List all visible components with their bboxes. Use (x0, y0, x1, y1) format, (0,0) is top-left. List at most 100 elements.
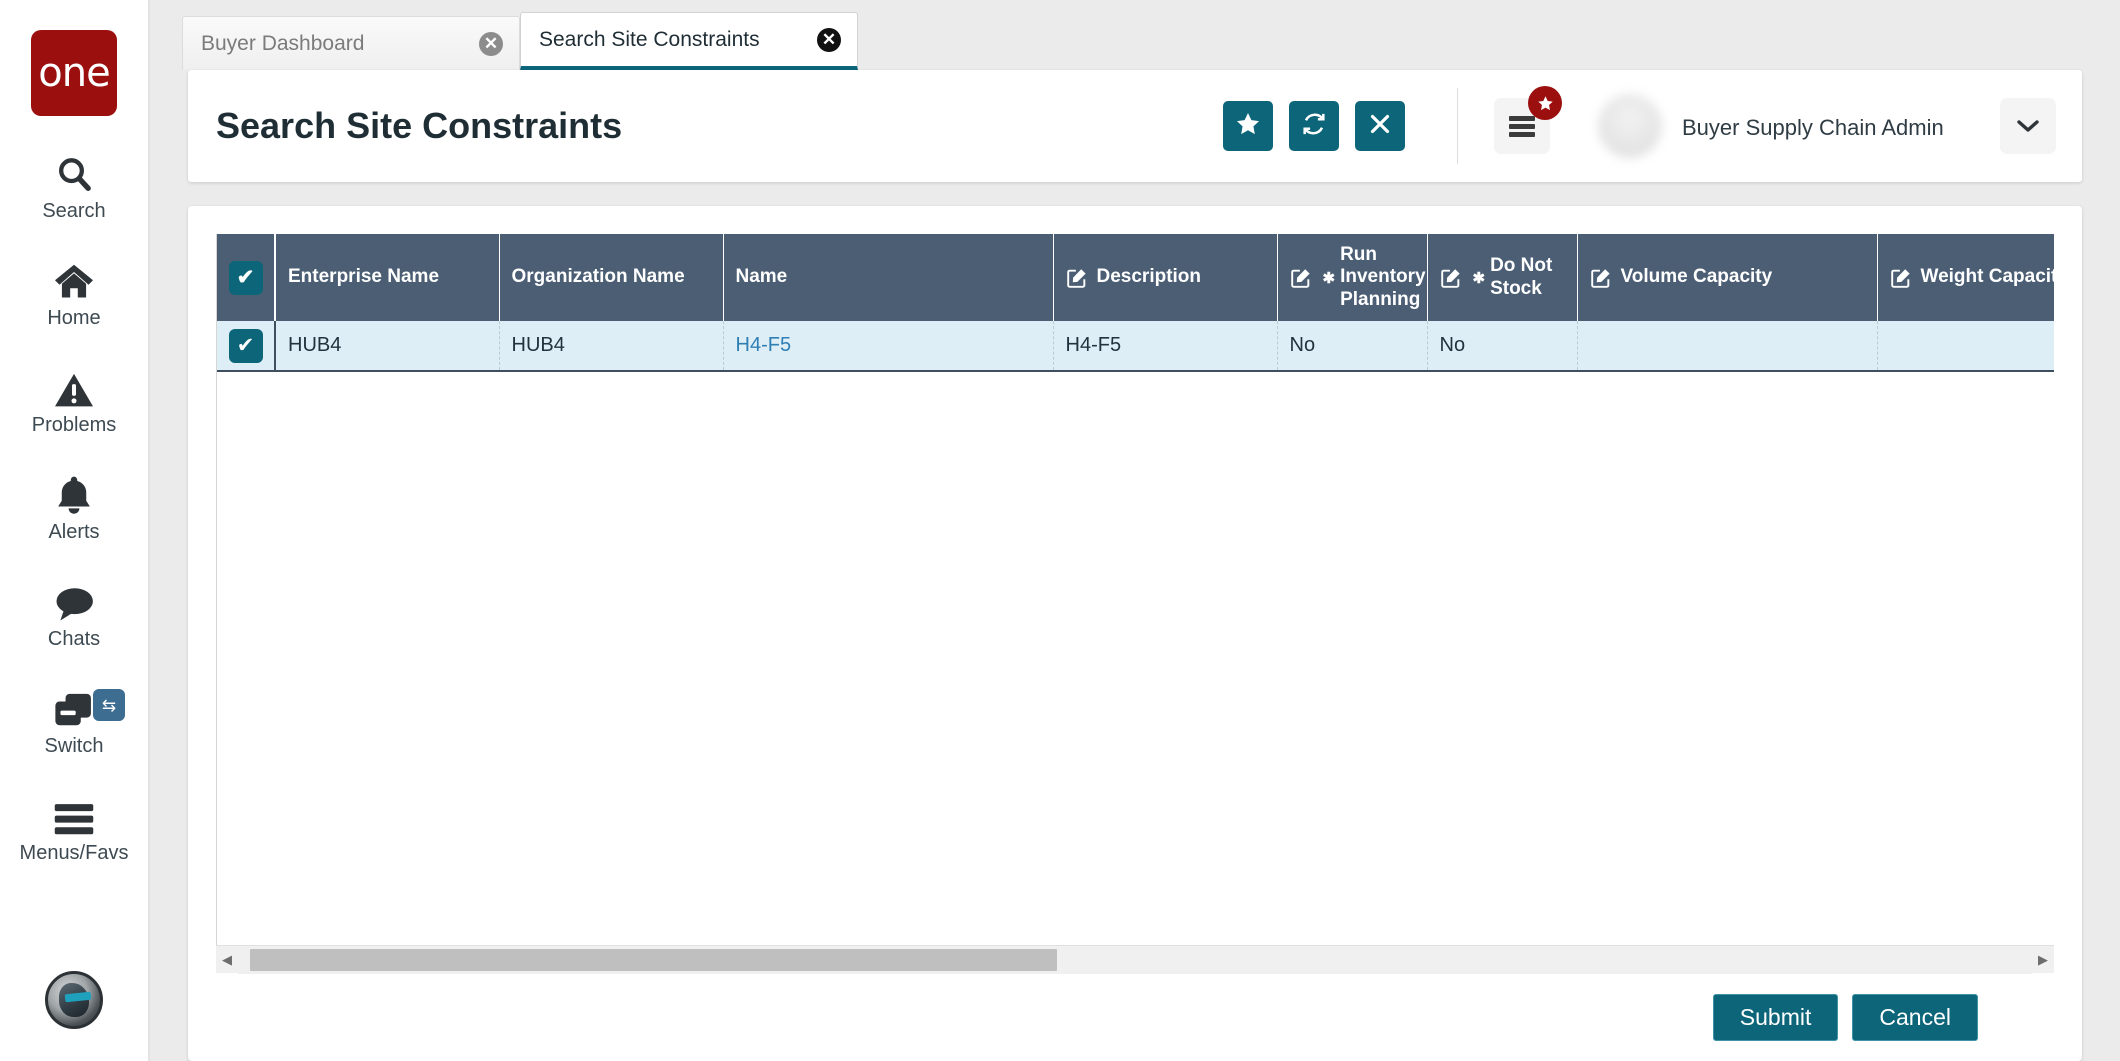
checkbox-checked-icon[interactable]: ✔ (228, 260, 263, 295)
column-header-enterprise-name[interactable]: Enterprise Name (275, 234, 500, 322)
sidebar-item-alerts[interactable]: Alerts (0, 471, 149, 544)
page-title: Search Site Constraints (216, 105, 623, 146)
chats-icon (47, 578, 101, 622)
star-icon (1235, 111, 1261, 142)
cell-name[interactable]: H4-F5 (723, 321, 1054, 373)
grid-empty-space (217, 372, 2054, 945)
column-header-label: Weight Capacity (1920, 266, 2055, 288)
edit-icon (1290, 267, 1312, 289)
content-panel: ✔ Enterprise Name Organization Name Name (188, 206, 2082, 1061)
column-header-organization-name[interactable]: Organization Name (499, 234, 724, 322)
home-icon (47, 257, 101, 301)
cell-organization-name: HUB4 (499, 321, 724, 373)
column-header-label: Organization Name (511, 266, 685, 288)
required-asterisk-icon: ✱ (1322, 269, 1336, 287)
user-avatar-photo (1598, 94, 1662, 158)
sidebar-item-chats[interactable]: Chats (0, 578, 149, 651)
column-header-label: Run Inventory Planning (1340, 244, 1426, 310)
column-header-label: Do Not Stock (1490, 255, 1553, 299)
close-icon[interactable]: ✕ (479, 31, 503, 56)
checkbox-checked-icon[interactable]: ✔ (228, 328, 263, 363)
tab-label: Search Site Constraints (539, 27, 760, 51)
refresh-icon (1301, 111, 1327, 142)
cell-volume-capacity (1577, 321, 1878, 373)
column-header-run-inventory-planning[interactable]: ✱ Run Inventory Planning (1277, 234, 1428, 322)
close-icon[interactable]: ✕ (817, 27, 841, 52)
sidebar-item-problems[interactable]: Problems (0, 364, 149, 437)
column-header-label: Name (735, 266, 788, 288)
cell-description: H4-F5 (1053, 321, 1278, 373)
avatar[interactable] (45, 971, 103, 1029)
cell-do-not-stock: No (1427, 321, 1578, 373)
problems-icon (47, 364, 101, 408)
horizontal-scrollbar[interactable]: ◀ ▶ (216, 945, 2054, 974)
cell-weight-capacity (1877, 321, 2054, 373)
footer-actions: Submit Cancel (216, 973, 2054, 1061)
table-row[interactable]: ✔ HUB4 HUB4 H4-F5 H4-F5 No No (217, 321, 2054, 373)
name-link[interactable]: H4-F5 (736, 334, 792, 356)
menus-favs-button[interactable] (1494, 86, 1562, 154)
column-header-volume-capacity[interactable]: Volume Capacity (1577, 234, 1878, 322)
close-icon (1368, 112, 1392, 141)
user-role: Buyer Supply Chain Admin (1682, 114, 1944, 140)
scrollbar-track[interactable] (238, 945, 2032, 974)
tab-search-site-constraints[interactable]: Search Site Constraints ✕ (520, 12, 858, 70)
edit-icon (1590, 267, 1612, 289)
column-header-name[interactable]: Name (723, 234, 1054, 322)
select-all-header[interactable]: ✔ (217, 234, 276, 322)
column-header-do-not-stock[interactable]: ✱ Do Not Stock (1427, 234, 1578, 322)
sidebar-item-home[interactable]: Home (0, 257, 149, 330)
avatar-visor-icon (64, 991, 92, 1003)
chevron-down-icon[interactable] (2000, 98, 2056, 154)
sidebar-item-menus-favs[interactable]: Menus/Favs (0, 792, 149, 865)
chevron-left-icon[interactable]: ◀ (216, 946, 238, 974)
row-select-cell[interactable]: ✔ (217, 321, 276, 373)
column-header-description[interactable]: Description (1053, 234, 1278, 322)
edit-icon (1066, 267, 1088, 289)
page-header: Search Site Constraints Buyer Supply Cha… (188, 70, 2082, 182)
avatar-face-icon (59, 983, 92, 1017)
sidebar-item-label: Search (42, 200, 106, 222)
edit-icon (1890, 267, 1912, 289)
sidebar-item-search[interactable]: Search (0, 150, 149, 223)
brand-logo[interactable]: one (31, 30, 117, 116)
user-text: Buyer Supply Chain Admin (1682, 88, 1944, 165)
scrollbar-thumb[interactable] (250, 948, 1058, 971)
sidebar-item-label: Switch (44, 735, 104, 757)
sidebar-item-label: Problems (31, 414, 117, 436)
user-name (1682, 88, 1944, 112)
cancel-button[interactable]: Cancel (1852, 993, 1978, 1041)
cell-enterprise-name: HUB4 (275, 321, 500, 373)
sidebar-item-label: Home (47, 307, 101, 329)
edit-icon (1440, 267, 1462, 289)
column-header-label: Description (1096, 266, 1202, 288)
sidebar-item-label: Menus/Favs (19, 842, 129, 864)
refresh-button[interactable] (1289, 101, 1339, 151)
brand-logo-text: one (38, 50, 110, 96)
close-button[interactable] (1355, 101, 1405, 151)
site-constraints-table: ✔ Enterprise Name Organization Name Name (217, 234, 2055, 373)
tab-bar: Buyer Dashboard ✕ Search Site Constraint… (150, 0, 2120, 70)
left-sidebar: one Search Home Problems Alerts Chats ⇆ … (0, 0, 150, 1061)
hamburger-icon (1509, 113, 1535, 140)
column-header-weight-capacity[interactable]: Weight Capacity (1877, 234, 2055, 322)
chevron-right-icon[interactable]: ▶ (2032, 946, 2054, 974)
user-menu[interactable]: Buyer Supply Chain Admin (1598, 88, 1958, 165)
favorite-button[interactable] (1223, 101, 1273, 151)
menus-favs-icon (47, 792, 101, 836)
column-header-label: Volume Capacity (1620, 266, 1773, 288)
header-actions: Buyer Supply Chain Admin (1207, 86, 2056, 165)
required-asterisk-icon: ✱ (1472, 269, 1486, 287)
cell-run-inventory-planning: No (1277, 321, 1428, 373)
sidebar-item-switch[interactable]: ⇆ Switch (0, 685, 149, 758)
tab-buyer-dashboard[interactable]: Buyer Dashboard ✕ (182, 16, 520, 70)
switch-toggle-badge-icon[interactable]: ⇆ (93, 689, 125, 721)
grid-wrapper: ✔ Enterprise Name Organization Name Name (216, 234, 2054, 945)
main-area: Buyer Dashboard ✕ Search Site Constraint… (150, 0, 2120, 1061)
column-header-label: Enterprise Name (288, 266, 440, 288)
submit-button[interactable]: Submit (1712, 993, 1839, 1041)
user-org (1682, 143, 1944, 165)
sidebar-item-label: Chats (47, 628, 101, 650)
alerts-icon (47, 471, 101, 515)
sidebar-item-label: Alerts (48, 521, 100, 543)
